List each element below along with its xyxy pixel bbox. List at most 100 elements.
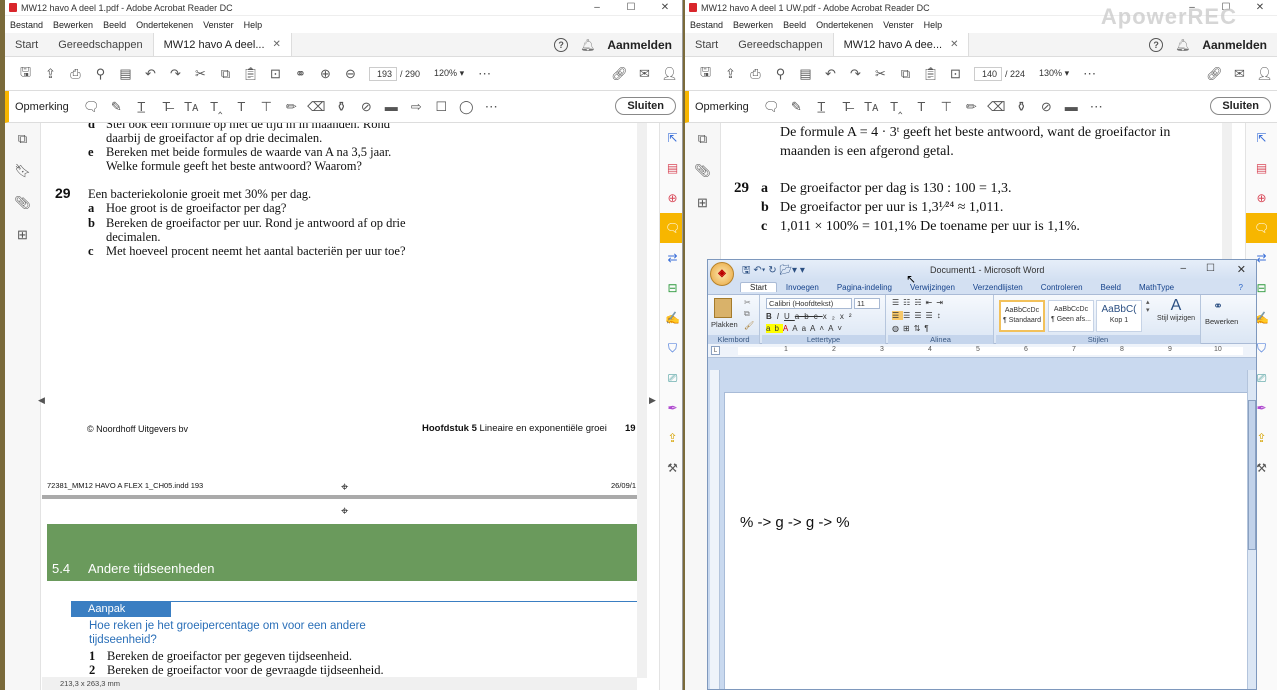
bullets-icon[interactable]: ☰ <box>892 298 903 307</box>
page-number-input[interactable]: 140 <box>974 66 1002 81</box>
prev-page-arrow-icon[interactable]: ◀ <box>38 395 45 406</box>
page-down-icon[interactable]: ⊖ <box>338 63 363 85</box>
word-minimize-button[interactable]: – <box>1180 263 1186 274</box>
paste-icon[interactable]: 📋︎ <box>918 63 943 85</box>
pages-icon[interactable]: ⧉ <box>5 123 40 155</box>
bookmark-icon[interactable]: 🔖︎ <box>5 155 40 187</box>
zoom-select[interactable]: 130% ▾ <box>1039 68 1069 79</box>
link-icon[interactable]: 🔗︎ <box>1202 63 1227 85</box>
styles-scroll-icon[interactable]: ▴ ▾ <box>1146 298 1150 314</box>
underline-icon[interactable]: U <box>784 312 795 321</box>
italic-icon[interactable]: I <box>777 312 784 321</box>
add-text-icon[interactable]: T <box>229 96 254 118</box>
protect-icon[interactable]: ⛉ <box>660 333 682 363</box>
underline-text-icon[interactable]: T̲ <box>129 96 154 118</box>
page-up-icon[interactable]: ⊕ <box>313 63 338 85</box>
line-spacing-icon[interactable]: ↕ <box>937 311 945 320</box>
menu-edit[interactable]: Bewerken <box>733 20 773 30</box>
tab-tools[interactable]: Gereedschappen <box>48 33 152 56</box>
undo-icon[interactable]: ↶ <box>138 63 163 85</box>
ribbon-tab-insert[interactable]: Invoegen <box>777 283 828 292</box>
upload-icon[interactable]: ⇪ <box>38 63 63 85</box>
add-text-icon[interactable]: T <box>909 96 934 118</box>
qa-redo-icon[interactable]: ↻ <box>768 265 776 276</box>
vertical-scrollbar[interactable] <box>637 123 647 678</box>
print-icon[interactable]: ⎙ <box>63 63 88 85</box>
shading-icon[interactable]: ◍ <box>892 324 903 333</box>
word-maximize-button[interactable]: ☐ <box>1206 263 1215 274</box>
save-icon[interactable]: 🖫 <box>693 63 718 85</box>
borders-icon[interactable]: ⊞ <box>903 324 914 333</box>
align-right-icon[interactable]: ☰ <box>914 311 925 320</box>
attach-icon[interactable]: ⊘ <box>354 96 379 118</box>
tab-selector-icon[interactable]: L <box>711 346 720 355</box>
paste-icon[interactable]: 📋︎ <box>238 63 263 85</box>
document-view[interactable]: d Stel ook een formule op met de tijd m … <box>42 123 637 678</box>
redact-icon[interactable]: ▤ <box>113 63 138 85</box>
highlight-pen-icon[interactable]: ✎ <box>784 96 809 118</box>
organize-pages-icon[interactable]: ⊟ <box>660 273 682 303</box>
zoom-select[interactable]: 120% ▾ <box>434 68 464 79</box>
undo-icon[interactable]: ↶ <box>818 63 843 85</box>
increase-indent-icon[interactable]: ⇥ <box>936 298 947 307</box>
layers-icon[interactable]: ⊞ <box>685 187 720 219</box>
menu-sign[interactable]: Ondertekenen <box>816 20 873 30</box>
text-box-icon[interactable]: ⊤ <box>254 96 279 118</box>
add-user-icon[interactable]: 👤︎ <box>657 63 682 85</box>
document-page[interactable]: % -> g -> g -> % <box>724 392 1249 689</box>
create-pdf-icon[interactable]: ▤ <box>660 153 682 183</box>
strikethrough-icon[interactable]: abc <box>795 312 823 321</box>
help-icon[interactable]: ? <box>554 38 569 52</box>
save-icon[interactable]: 🖫 <box>13 63 38 85</box>
page-number-input[interactable]: 193 <box>369 66 397 81</box>
sticky-note-icon[interactable]: 🗨︎ <box>79 96 104 118</box>
notification-bell-icon[interactable]: 🔔︎ <box>1175 38 1190 52</box>
create-pdf-icon[interactable]: ▤ <box>1246 153 1277 183</box>
document-body-text[interactable]: % -> g -> g -> % <box>740 514 850 531</box>
add-user-icon[interactable]: 👤︎ <box>1252 63 1277 85</box>
edit-pdf-icon[interactable]: ⊕ <box>660 183 682 213</box>
highlight-pen-icon[interactable]: ✎ <box>104 96 129 118</box>
subscript-icon[interactable]: x₂ <box>823 312 840 321</box>
combine-files-icon[interactable]: ⇄ <box>660 243 682 273</box>
qa-open-icon[interactable]: 📂︎▾ <box>779 265 797 276</box>
strikethrough-text-icon[interactable]: T̶ <box>834 96 859 118</box>
redo-icon[interactable]: ↷ <box>163 63 188 85</box>
menu-window[interactable]: Venster <box>883 20 914 30</box>
more-tools-icon[interactable]: ⋯ <box>479 96 504 118</box>
find-binoculars-icon[interactable]: ⚭ <box>1213 299 1223 313</box>
font-color-icon[interactable]: A <box>783 324 792 333</box>
redact-icon[interactable]: ▤ <box>793 63 818 85</box>
style-no-spacing[interactable]: AaBbCcDc ¶ Geen afs... <box>1048 300 1094 332</box>
copy-icon[interactable]: ⧉ <box>744 309 750 319</box>
rectangle-icon[interactable]: ☐ <box>429 96 454 118</box>
attachment-icon[interactable]: 📎︎ <box>685 155 720 187</box>
align-center-icon[interactable]: ☰ <box>903 311 914 320</box>
ribbon-tab-review[interactable]: Controleren <box>1032 283 1092 292</box>
copy-icon[interactable]: ⧉ <box>893 63 918 85</box>
comment-tool-icon[interactable]: 🗨︎ <box>660 213 682 243</box>
text-box-icon[interactable]: ⊤ <box>934 96 959 118</box>
highlight-color-icon[interactable]: ab <box>766 324 783 333</box>
word-scroll-thumb[interactable] <box>1248 400 1256 550</box>
line-icon[interactable]: ▬ <box>379 96 404 118</box>
insert-text-icon[interactable]: T‸ <box>204 96 229 118</box>
eraser-icon[interactable]: ⌫ <box>984 96 1009 118</box>
screenshot-icon[interactable]: ⊡ <box>263 63 288 85</box>
export-pdf-icon[interactable]: ⇱ <box>1246 123 1277 153</box>
fill-sign-icon[interactable]: ✍ <box>660 303 682 333</box>
attach-icon[interactable]: ⊘ <box>1034 96 1059 118</box>
align-left-icon[interactable]: ☰ <box>892 311 904 320</box>
font-size-select[interactable]: 11 <box>854 298 880 309</box>
ribbon-tab-mathtype[interactable]: MathType <box>1130 283 1183 292</box>
replace-text-icon[interactable]: Tᴀ <box>859 96 884 118</box>
sign-in-link[interactable]: Aanmelden <box>1202 38 1267 52</box>
style-heading1[interactable]: AaBbC( Kop 1 <box>1096 300 1142 332</box>
oval-icon[interactable]: ◯ <box>454 96 479 118</box>
next-page-arrow-icon[interactable]: ▶ <box>649 395 656 406</box>
qa-customize-icon[interactable]: ▾ <box>800 265 805 276</box>
decrease-indent-icon[interactable]: ⇤ <box>926 298 937 307</box>
insert-text-icon[interactable]: T‸ <box>884 96 909 118</box>
close-comment-button[interactable]: Sluiten <box>1210 97 1271 115</box>
notification-bell-icon[interactable]: 🔔︎ <box>580 38 595 52</box>
